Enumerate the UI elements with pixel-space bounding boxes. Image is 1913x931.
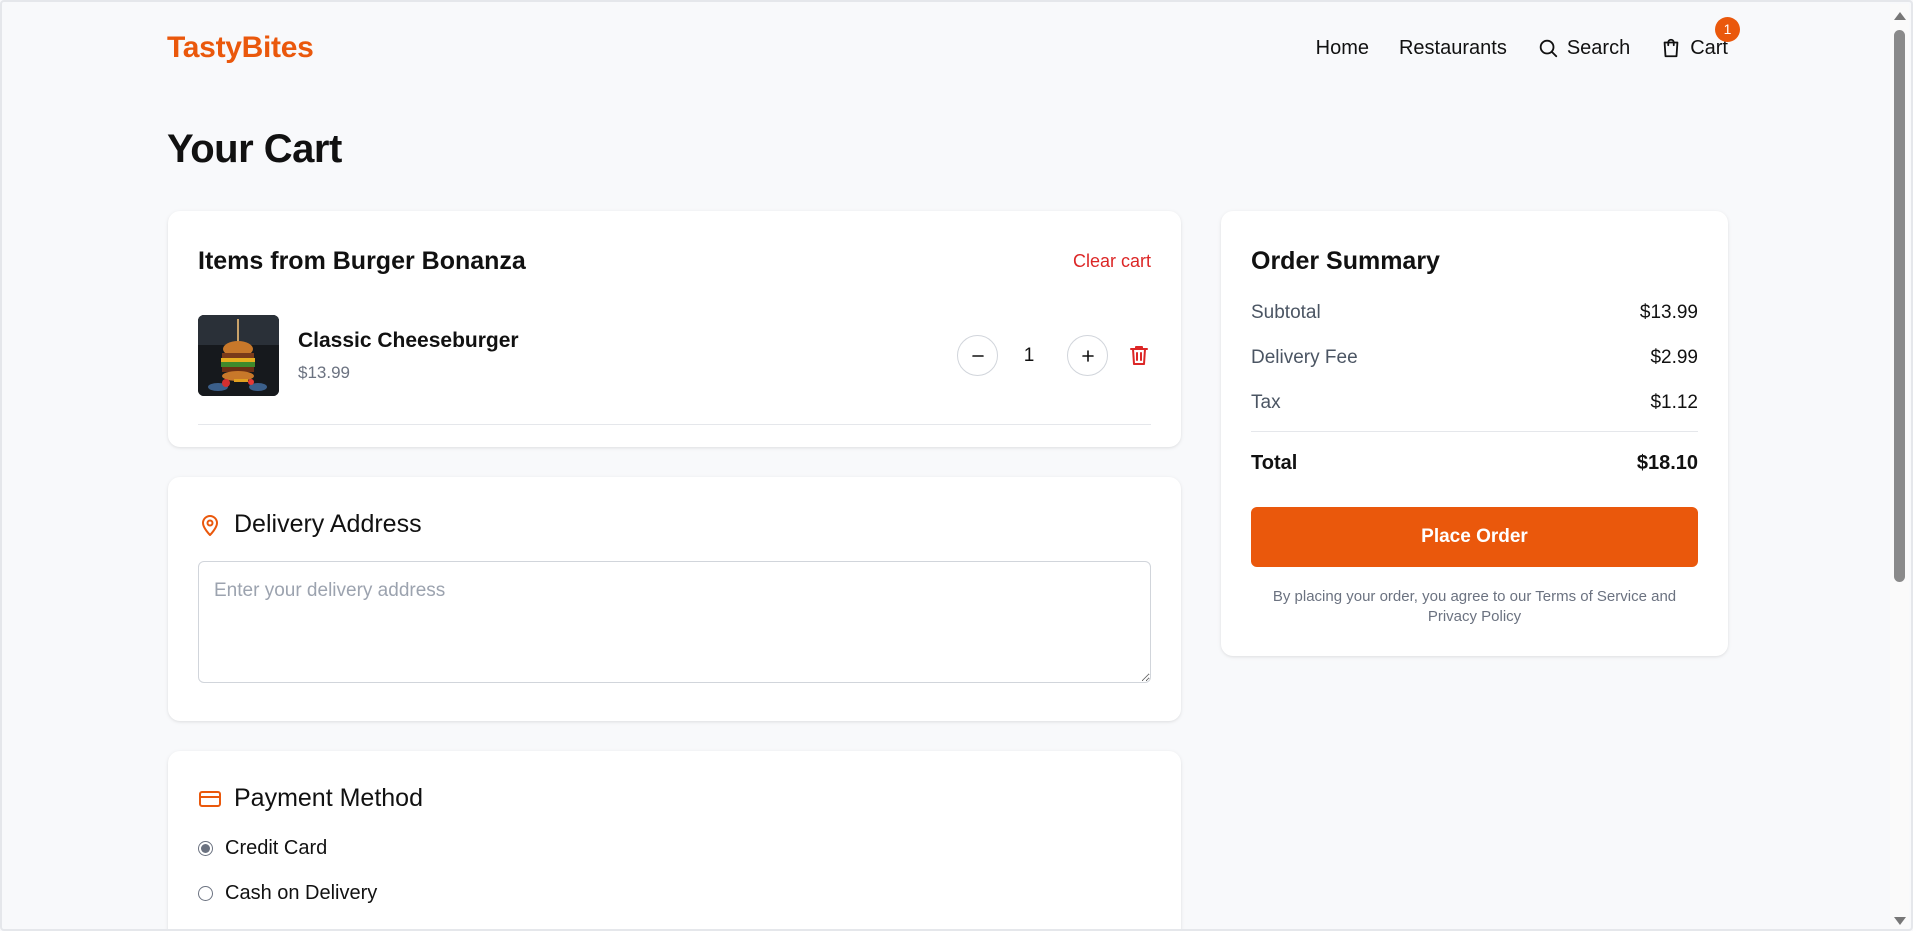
clear-cart-button[interactable]: Clear cart <box>1073 251 1151 272</box>
main-nav: Home Restaurants Search Cart 1 <box>1316 16 1740 60</box>
tax-label: Tax <box>1251 392 1281 413</box>
cart-items-header: Items from Burger Bonanza Clear cart <box>198 247 1151 276</box>
cart-count-badge: 1 <box>1715 16 1740 42</box>
summary-divider <box>1251 431 1698 432</box>
nav-restaurants[interactable]: Restaurants <box>1399 37 1507 60</box>
delivery-fee-value: $2.99 <box>1650 347 1698 368</box>
subtotal-row: Subtotal $13.99 <box>1251 302 1698 324</box>
shopping-bag-icon <box>1663 38 1679 58</box>
credit-card-radio[interactable] <box>198 841 213 856</box>
total-row: Total $18.10 <box>1251 452 1698 475</box>
delivery-address-title: Delivery Address <box>234 510 422 538</box>
cart-items-title: Items from Burger Bonanza <box>198 247 526 275</box>
subtotal-label: Subtotal <box>1251 302 1321 323</box>
subtotal-value: $13.99 <box>1639 302 1698 323</box>
item-image <box>198 315 279 396</box>
site-header: TastyBites Home Restaurants Search Cart … <box>167 16 1740 68</box>
payment-method-title: Payment Method <box>234 784 423 812</box>
trash-icon[interactable] <box>1127 343 1151 367</box>
credit-card-icon <box>199 790 221 807</box>
nav-restaurants-label: Restaurants <box>1398 36 1507 59</box>
cash-on-delivery-label: Cash on Delivery <box>225 882 378 904</box>
cart-item: Classic Cheeseburger $13.99 1 <box>198 315 1151 425</box>
nav-cart[interactable]: Cart 1 <box>1660 16 1740 60</box>
nav-search-label: Search <box>1566 36 1631 59</box>
decrease-quantity-button[interactable] <box>957 335 998 376</box>
payment-method-card: Payment Method Credit Card Cash on Deliv… <box>168 751 1181 929</box>
delivery-fee-row: Delivery Fee $2.99 <box>1251 347 1698 369</box>
payment-method-heading: Payment Method <box>198 784 423 813</box>
total-label: Total <box>1251 452 1298 474</box>
payment-option-cash[interactable]: Cash on Delivery <box>198 882 377 905</box>
cash-on-delivery-radio[interactable] <box>198 886 213 901</box>
nav-search[interactable]: Search <box>1537 37 1630 60</box>
search-icon <box>1539 39 1557 58</box>
credit-card-label: Credit Card <box>225 837 328 859</box>
item-price: $13.99 <box>298 363 350 382</box>
payment-option-credit-card[interactable]: Credit Card <box>198 837 327 860</box>
nav-home[interactable]: Home <box>1316 37 1369 60</box>
nav-home-label: Home <box>1315 36 1369 59</box>
map-pin-icon <box>202 514 218 536</box>
scroll-up-arrow-icon[interactable] <box>1894 12 1906 20</box>
cart-items-card: Items from Burger Bonanza Clear cart Cla… <box>168 211 1181 447</box>
scroll-down-arrow-icon[interactable] <box>1894 917 1906 925</box>
place-order-button[interactable]: Place Order <box>1251 507 1698 567</box>
order-summary-card: Order Summary Subtotal $13.99 Delivery F… <box>1221 211 1728 656</box>
delivery-address-input[interactable] <box>198 561 1151 683</box>
vertical-scrollbar[interactable] <box>1890 4 1909 929</box>
total-value: $18.10 <box>1636 452 1698 474</box>
tax-row: Tax $1.12 <box>1251 392 1698 414</box>
scroll-thumb[interactable] <box>1894 30 1905 582</box>
item-quantity: 1 <box>1023 345 1035 366</box>
terms-notice: By placing your order, you agree to our … <box>1272 588 1677 625</box>
order-summary-title: Order Summary <box>1251 247 1440 275</box>
minus-icon <box>971 354 984 357</box>
item-name[interactable]: Classic Cheeseburger <box>298 329 519 353</box>
tax-value: $1.12 <box>1650 392 1698 413</box>
site-logo[interactable]: TastyBites <box>167 31 314 65</box>
delivery-address-heading: Delivery Address <box>198 510 422 539</box>
delivery-address-card: Delivery Address <box>168 477 1181 721</box>
increase-quantity-button[interactable] <box>1067 335 1108 376</box>
browser-viewport: TastyBites Home Restaurants Search Cart … <box>0 0 1913 931</box>
page-title: Your Cart <box>167 127 342 171</box>
delivery-fee-label: Delivery Fee <box>1251 347 1358 368</box>
plus-icon <box>1081 349 1094 362</box>
